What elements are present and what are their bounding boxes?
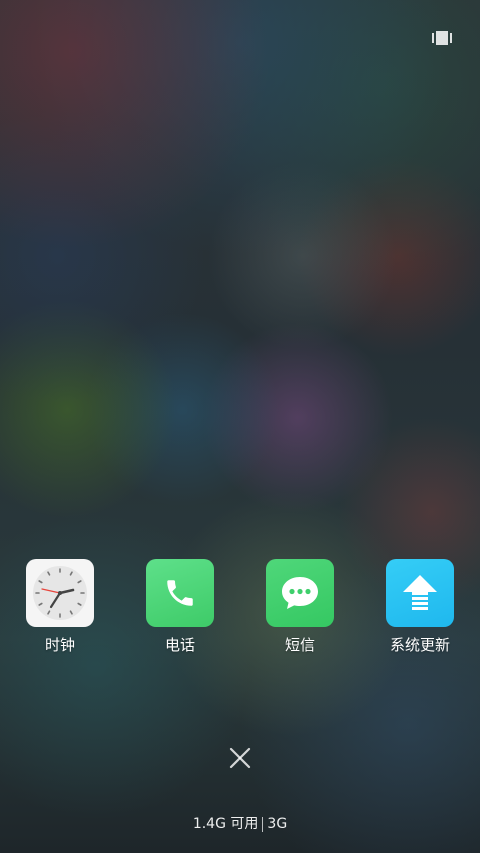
network-type: 3G xyxy=(267,816,288,832)
phone-icon[interactable] xyxy=(146,559,214,627)
close-icon[interactable] xyxy=(224,742,256,774)
app-label: 系统更新 xyxy=(389,636,450,654)
app-label: 短信 xyxy=(284,636,315,654)
message-icon[interactable] xyxy=(266,559,334,627)
app-phone[interactable]: 电话 xyxy=(120,559,240,655)
recents-icon[interactable] xyxy=(432,30,452,46)
blurred-wallpaper xyxy=(0,0,480,853)
app-system-update[interactable]: 系统更新 xyxy=(360,559,480,655)
divider xyxy=(262,816,264,832)
memory-status: 1.4G 可用 3G xyxy=(0,813,480,835)
app-label: 电话 xyxy=(164,636,195,654)
system-update-icon[interactable] xyxy=(386,559,454,627)
recent-apps-row: 时钟 电话 短信 系统更新 xyxy=(0,559,480,655)
app-messages[interactable]: 短信 xyxy=(240,559,360,655)
memory-available: 1.4G 可用 xyxy=(192,816,259,832)
app-label: 时钟 xyxy=(44,636,75,654)
app-clock[interactable]: 时钟 xyxy=(0,559,120,655)
clock-icon[interactable] xyxy=(26,559,94,627)
